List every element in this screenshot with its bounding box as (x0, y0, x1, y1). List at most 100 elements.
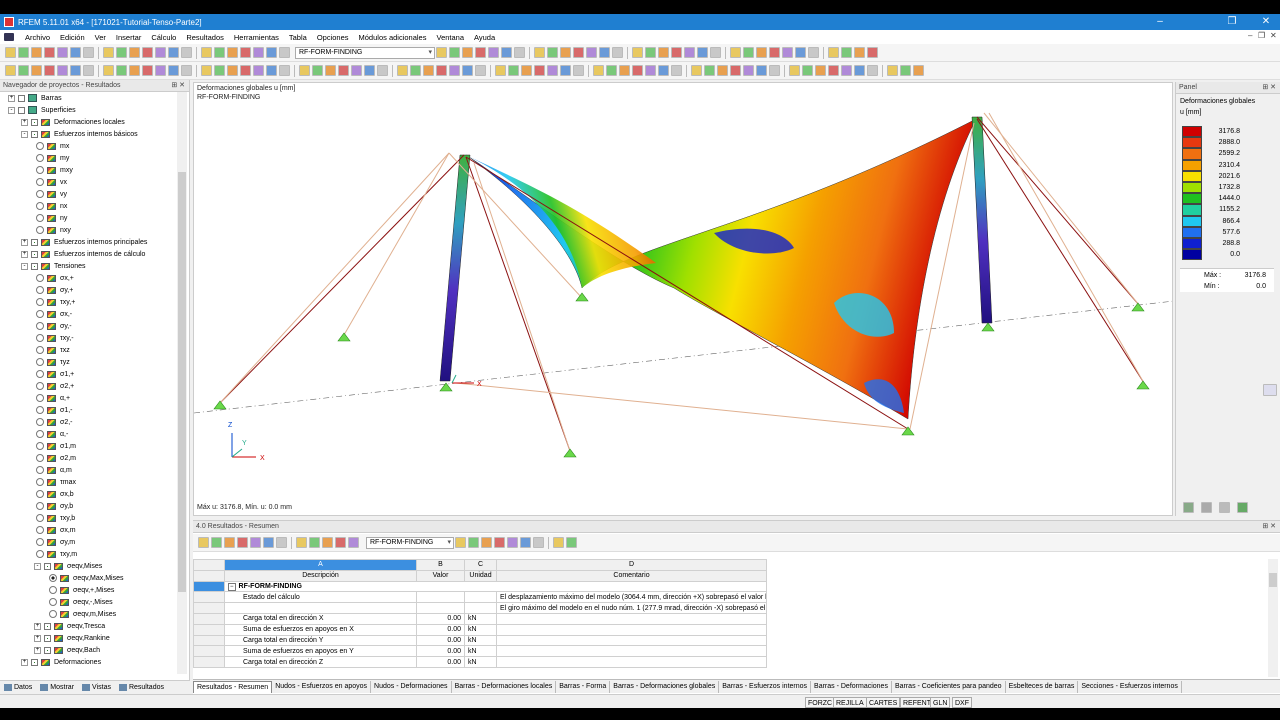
radio-button[interactable] (36, 406, 44, 414)
tb2-tool-5-icon[interactable] (70, 65, 81, 76)
tb1-tool-13-icon[interactable] (181, 47, 192, 58)
tb2-tool-50-icon[interactable] (704, 65, 715, 76)
tb2-tool-29-icon[interactable] (410, 65, 421, 76)
checkbox[interactable] (18, 106, 25, 114)
expand-icon[interactable]: + (21, 118, 28, 126)
checkbox[interactable] (44, 646, 51, 654)
tree-item[interactable]: σeqv,m,Mises (0, 608, 176, 620)
tb2-tool-57-icon[interactable] (802, 65, 813, 76)
tb1b-tool-23-icon[interactable] (756, 47, 767, 58)
tb1b-tool-19-icon[interactable] (697, 47, 708, 58)
3d-viewport[interactable]: Deformaciones globales u [mm] RF-FORM-FI… (193, 82, 1173, 516)
row-header[interactable] (193, 634, 225, 647)
doc-close-icon[interactable]: ✕ (1270, 31, 1277, 40)
checkbox[interactable] (31, 238, 38, 246)
panel-tab-color-icon[interactable] (1183, 502, 1194, 513)
menu-item-7[interactable]: Tabla (284, 33, 312, 42)
radio-button[interactable] (36, 322, 44, 330)
tree-item[interactable]: τxz (0, 344, 176, 356)
tree-item[interactable]: - Esfuerzos internos básicos (0, 128, 176, 140)
tree-item[interactable]: vx (0, 176, 176, 188)
tb1b-tool-28-icon[interactable] (828, 47, 839, 58)
status-toggle-2[interactable]: CARTES (866, 697, 901, 708)
expand-icon[interactable]: + (34, 634, 41, 642)
checkbox[interactable] (44, 562, 51, 570)
tree-item[interactable]: + Esfuerzos internos principales (0, 236, 176, 248)
menu-item-5[interactable]: Resultados (181, 33, 229, 42)
tb1b-tool-18-icon[interactable] (684, 47, 695, 58)
tb2-tool-3-icon[interactable] (44, 65, 55, 76)
tb1-tool-20-icon[interactable] (279, 47, 290, 58)
tree-item[interactable]: + Deformaciones locales (0, 116, 176, 128)
tree-item[interactable]: τxy,b (0, 512, 176, 524)
tb1-tool-8-icon[interactable] (116, 47, 127, 58)
tb1b-tool-6-icon[interactable] (514, 47, 525, 58)
tb2-tool-28-icon[interactable] (397, 65, 408, 76)
radio-button[interactable] (36, 142, 44, 150)
navigator-tab-1[interactable]: Mostrar (36, 684, 78, 691)
col-c-header[interactable]: C (464, 559, 497, 571)
expand-icon[interactable]: + (21, 238, 28, 246)
scrollbar-thumb[interactable] (178, 172, 186, 592)
tree-item[interactable]: + σeqv,Rankine (0, 632, 176, 644)
tb2-tool-8-icon[interactable] (116, 65, 127, 76)
tree-item[interactable]: mxy (0, 164, 176, 176)
group-row[interactable]: − RF-FORM-FINDING (224, 580, 767, 593)
tree-item[interactable]: σx,b (0, 488, 176, 500)
tb1b-tool-31-icon[interactable] (867, 47, 878, 58)
radio-button[interactable] (36, 466, 44, 474)
tree-item[interactable]: σy,+ (0, 284, 176, 296)
doc-restore-icon[interactable]: ❐ (1258, 31, 1265, 40)
maximize-button[interactable]: ❐ (1220, 14, 1244, 30)
checkbox[interactable] (31, 658, 38, 666)
navigator-tab-0[interactable]: Datos (0, 684, 36, 691)
tb2-tool-58-icon[interactable] (815, 65, 826, 76)
tb2-tool-39-icon[interactable] (547, 65, 558, 76)
expand-icon[interactable]: + (34, 622, 41, 630)
checkbox[interactable] (31, 250, 38, 258)
table-row[interactable]: El giro máximo del modelo en el nudo núm… (193, 602, 767, 614)
menu-app-icon[interactable] (4, 33, 14, 41)
tb2-tool-35-icon[interactable] (495, 65, 506, 76)
navigator-tab-3[interactable]: Resultados (115, 684, 168, 691)
expand-icon[interactable]: + (21, 250, 28, 258)
tb1-tool-4-icon[interactable] (57, 47, 68, 58)
tb2-tool-24-icon[interactable] (338, 65, 349, 76)
panel-tab-list-icon[interactable] (1237, 502, 1248, 513)
radio-button[interactable] (36, 166, 44, 174)
tb2-tool-20-icon[interactable] (279, 65, 290, 76)
tb1b-tool-7-icon[interactable] (534, 47, 545, 58)
tb2-tool-32-icon[interactable] (449, 65, 460, 76)
radio-button[interactable] (36, 298, 44, 306)
expand-icon[interactable]: - (34, 562, 41, 570)
results-tab-10[interactable]: Secciones - Esfuerzos internos (1078, 680, 1182, 693)
radio-button[interactable] (36, 346, 44, 354)
menu-item-10[interactable]: Ventana (431, 33, 469, 42)
tb2-tool-41-icon[interactable] (573, 65, 584, 76)
tb2-tool-37-icon[interactable] (521, 65, 532, 76)
checkbox[interactable] (31, 262, 38, 270)
tb2-tool-27-icon[interactable] (377, 65, 388, 76)
tb3b-tool-3-icon[interactable] (494, 537, 505, 548)
tb2-tool-0-icon[interactable] (5, 65, 16, 76)
results-tab-3[interactable]: Barras - Deformaciones locales (452, 680, 557, 693)
tree-item[interactable]: + Esfuerzos internos de cálculo (0, 248, 176, 260)
panel-tab-filter-icon[interactable] (1201, 502, 1212, 513)
checkbox[interactable] (44, 622, 51, 630)
results-tab-9[interactable]: Esbelteces de barras (1006, 680, 1079, 693)
tb2-tool-11-icon[interactable] (155, 65, 166, 76)
tb2-tool-16-icon[interactable] (227, 65, 238, 76)
tb2-tool-46-icon[interactable] (645, 65, 656, 76)
radio-button[interactable] (36, 382, 44, 390)
tree-item[interactable]: - Tensiones (0, 260, 176, 272)
menu-item-11[interactable]: Ayuda (469, 33, 500, 42)
tb1b-tool-12-icon[interactable] (599, 47, 610, 58)
table-row[interactable]: Carga total en dirección Z 0.00 kN (193, 656, 767, 668)
table-row[interactable]: Estado del cálculo El desplazamiento máxi… (193, 591, 767, 604)
tb3-tool-0-icon[interactable] (198, 537, 209, 548)
radio-button[interactable] (49, 586, 57, 594)
tb1b-tool-20-icon[interactable] (710, 47, 721, 58)
navigator-scrollbar[interactable] (177, 92, 187, 674)
tb2-tool-65-icon[interactable] (913, 65, 924, 76)
tb1-tool-14-icon[interactable] (201, 47, 212, 58)
